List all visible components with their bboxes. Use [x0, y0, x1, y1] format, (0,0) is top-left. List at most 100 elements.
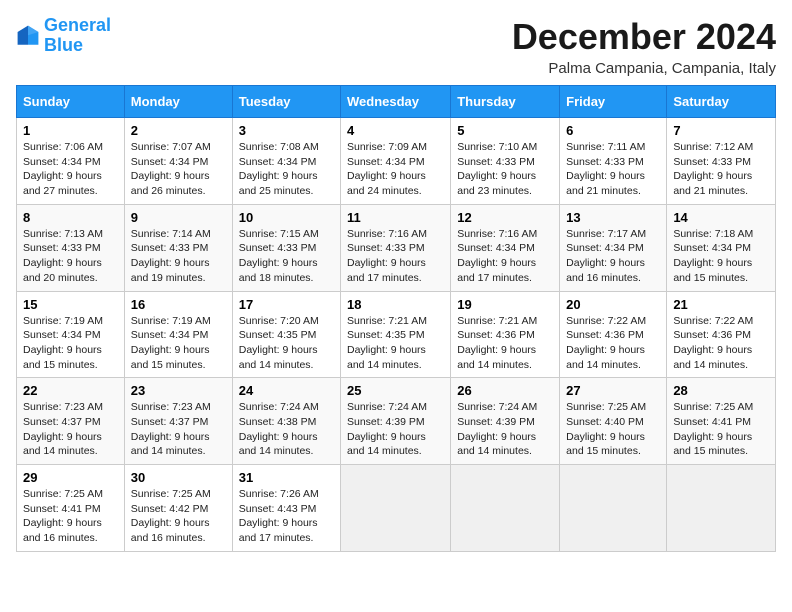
- day-info: Sunrise: 7:18 AMSunset: 4:34 PMDaylight:…: [673, 227, 769, 286]
- day-number: 23: [131, 383, 226, 398]
- calendar-cell: 19Sunrise: 7:21 AMSunset: 4:36 PMDayligh…: [451, 291, 560, 378]
- calendar-cell: 14 Sunrise: 7:18 AMSunset: 4:34 PMDayligh…: [667, 204, 776, 291]
- day-info: Sunrise: 7:22 AMSunset: 4:36 PMDaylight:…: [673, 314, 769, 373]
- calendar-cell: 29 Sunrise: 7:25 AMSunset: 4:41 PMDayligh…: [17, 465, 125, 552]
- day-info: Sunrise: 7:16 AMSunset: 4:33 PMDaylight:…: [347, 227, 444, 286]
- day-number: 7: [673, 123, 769, 138]
- day-info: Sunrise: 7:20 AMSunset: 4:35 PMDaylight:…: [239, 314, 334, 373]
- calendar-cell: 21 Sunrise: 7:22 AMSunset: 4:36 PMDayligh…: [667, 291, 776, 378]
- day-number: 3: [239, 123, 334, 138]
- calendar-cell: 5Sunrise: 7:10 AMSunset: 4:33 PMDaylight…: [451, 118, 560, 205]
- calendar-cell: 27 Sunrise: 7:25 AMSunset: 4:40 PMDayligh…: [560, 378, 667, 465]
- day-number: 15: [23, 297, 118, 312]
- calendar-cell: 20 Sunrise: 7:22 AMSunset: 4:36 PMDayligh…: [560, 291, 667, 378]
- header-cell-monday: Monday: [124, 86, 232, 118]
- day-info: Sunrise: 7:15 AMSunset: 4:33 PMDaylight:…: [239, 227, 334, 286]
- day-info: Sunrise: 7:25 AMSunset: 4:42 PMDaylight:…: [131, 487, 226, 546]
- day-number: 1: [23, 123, 118, 138]
- day-info: Sunrise: 7:07 AMSunset: 4:34 PMDaylight:…: [131, 140, 226, 199]
- calendar-cell: 12 Sunrise: 7:16 AMSunset: 4:34 PMDayligh…: [451, 204, 560, 291]
- day-number: 16: [131, 297, 226, 312]
- calendar-cell: [560, 465, 667, 552]
- header-cell-thursday: Thursday: [451, 86, 560, 118]
- day-info: Sunrise: 7:16 AMSunset: 4:34 PMDaylight:…: [457, 227, 553, 286]
- day-info: Sunrise: 7:21 AMSunset: 4:36 PMDaylight:…: [457, 314, 553, 373]
- day-info: Sunrise: 7:10 AMSunset: 4:33 PMDaylight:…: [457, 140, 553, 199]
- calendar-cell: 28Sunrise: 7:25 AMSunset: 4:41 PMDayligh…: [667, 378, 776, 465]
- day-info: Sunrise: 7:21 AMSunset: 4:35 PMDaylight:…: [347, 314, 444, 373]
- day-number: 25: [347, 383, 444, 398]
- day-number: 17: [239, 297, 334, 312]
- header-cell-tuesday: Tuesday: [232, 86, 340, 118]
- logo-line2: Blue: [44, 35, 83, 55]
- calendar-cell: 25 Sunrise: 7:24 AMSunset: 4:39 PMDayligh…: [341, 378, 451, 465]
- day-number: 24: [239, 383, 334, 398]
- calendar-subtitle: Palma Campania, Campania, Italy: [512, 60, 776, 77]
- header-cell-friday: Friday: [560, 86, 667, 118]
- calendar-cell: 8 Sunrise: 7:13 AMSunset: 4:33 PMDaylight…: [17, 204, 125, 291]
- logo: General Blue: [16, 16, 111, 56]
- header-cell-wednesday: Wednesday: [341, 86, 451, 118]
- header: General Blue December 2024 Palma Campani…: [16, 16, 776, 77]
- day-info: Sunrise: 7:22 AMSunset: 4:36 PMDaylight:…: [566, 314, 660, 373]
- day-info: Sunrise: 7:11 AMSunset: 4:33 PMDaylight:…: [566, 140, 660, 199]
- calendar-cell: [667, 465, 776, 552]
- day-number: 8: [23, 210, 118, 225]
- day-info: Sunrise: 7:06 AMSunset: 4:34 PMDaylight:…: [23, 140, 118, 199]
- calendar-header: SundayMondayTuesdayWednesdayThursdayFrid…: [17, 86, 776, 118]
- logo-line1: General: [44, 15, 111, 35]
- day-info: Sunrise: 7:25 AMSunset: 4:41 PMDaylight:…: [673, 400, 769, 459]
- calendar-cell: [451, 465, 560, 552]
- calendar-cell: 9Sunrise: 7:14 AMSunset: 4:33 PMDaylight…: [124, 204, 232, 291]
- calendar-cell: 11Sunrise: 7:16 AMSunset: 4:33 PMDayligh…: [341, 204, 451, 291]
- day-info: Sunrise: 7:13 AMSunset: 4:33 PMDaylight:…: [23, 227, 118, 286]
- calendar-cell: 24 Sunrise: 7:24 AMSunset: 4:38 PMDayligh…: [232, 378, 340, 465]
- calendar-cell: 4 Sunrise: 7:09 AMSunset: 4:34 PMDaylight…: [341, 118, 451, 205]
- day-number: 4: [347, 123, 444, 138]
- day-info: Sunrise: 7:12 AMSunset: 4:33 PMDaylight:…: [673, 140, 769, 199]
- day-number: 26: [457, 383, 553, 398]
- day-number: 10: [239, 210, 334, 225]
- day-number: 29: [23, 470, 118, 485]
- day-number: 31: [239, 470, 334, 485]
- calendar-cell: 22 Sunrise: 7:23 AMSunset: 4:37 PMDayligh…: [17, 378, 125, 465]
- day-number: 12: [457, 210, 553, 225]
- day-number: 30: [131, 470, 226, 485]
- calendar-cell: 13 Sunrise: 7:17 AMSunset: 4:34 PMDayligh…: [560, 204, 667, 291]
- day-info: Sunrise: 7:19 AMSunset: 4:34 PMDaylight:…: [23, 314, 118, 373]
- day-info: Sunrise: 7:25 AMSunset: 4:41 PMDaylight:…: [23, 487, 118, 546]
- day-info: Sunrise: 7:23 AMSunset: 4:37 PMDaylight:…: [23, 400, 118, 459]
- logo-icon: [16, 24, 40, 48]
- day-number: 22: [23, 383, 118, 398]
- calendar-cell: 26 Sunrise: 7:24 AMSunset: 4:39 PMDayligh…: [451, 378, 560, 465]
- day-info: Sunrise: 7:25 AMSunset: 4:40 PMDaylight:…: [566, 400, 660, 459]
- day-number: 27: [566, 383, 660, 398]
- calendar-cell: 7 Sunrise: 7:12 AMSunset: 4:33 PMDaylight…: [667, 118, 776, 205]
- calendar-cell: 16Sunrise: 7:19 AMSunset: 4:34 PMDayligh…: [124, 291, 232, 378]
- day-number: 20: [566, 297, 660, 312]
- day-number: 6: [566, 123, 660, 138]
- header-cell-saturday: Saturday: [667, 86, 776, 118]
- calendar-cell: 30 Sunrise: 7:25 AMSunset: 4:42 PMDayligh…: [124, 465, 232, 552]
- day-number: 18: [347, 297, 444, 312]
- day-number: 14: [673, 210, 769, 225]
- header-cell-sunday: Sunday: [17, 86, 125, 118]
- day-number: 21: [673, 297, 769, 312]
- calendar-cell: 1 Sunrise: 7:06 AMSunset: 4:34 PMDaylight…: [17, 118, 125, 205]
- day-info: Sunrise: 7:17 AMSunset: 4:34 PMDaylight:…: [566, 227, 660, 286]
- day-info: Sunrise: 7:23 AMSunset: 4:37 PMDaylight:…: [131, 400, 226, 459]
- day-info: Sunrise: 7:08 AMSunset: 4:34 PMDaylight:…: [239, 140, 334, 199]
- day-info: Sunrise: 7:24 AMSunset: 4:39 PMDaylight:…: [347, 400, 444, 459]
- calendar-cell: 31Sunrise: 7:26 AMSunset: 4:43 PMDayligh…: [232, 465, 340, 552]
- calendar-table: SundayMondayTuesdayWednesdayThursdayFrid…: [16, 85, 776, 552]
- day-info: Sunrise: 7:24 AMSunset: 4:38 PMDaylight:…: [239, 400, 334, 459]
- calendar-week-5: 29 Sunrise: 7:25 AMSunset: 4:41 PMDayligh…: [17, 465, 776, 552]
- calendar-cell: 17 Sunrise: 7:20 AMSunset: 4:35 PMDayligh…: [232, 291, 340, 378]
- day-info: Sunrise: 7:09 AMSunset: 4:34 PMDaylight:…: [347, 140, 444, 199]
- calendar-week-3: 15 Sunrise: 7:19 AMSunset: 4:34 PMDayligh…: [17, 291, 776, 378]
- calendar-cell: 15 Sunrise: 7:19 AMSunset: 4:34 PMDayligh…: [17, 291, 125, 378]
- day-info: Sunrise: 7:24 AMSunset: 4:39 PMDaylight:…: [457, 400, 553, 459]
- calendar-title: December 2024: [512, 16, 776, 58]
- calendar-cell: 6 Sunrise: 7:11 AMSunset: 4:33 PMDaylight…: [560, 118, 667, 205]
- day-number: 13: [566, 210, 660, 225]
